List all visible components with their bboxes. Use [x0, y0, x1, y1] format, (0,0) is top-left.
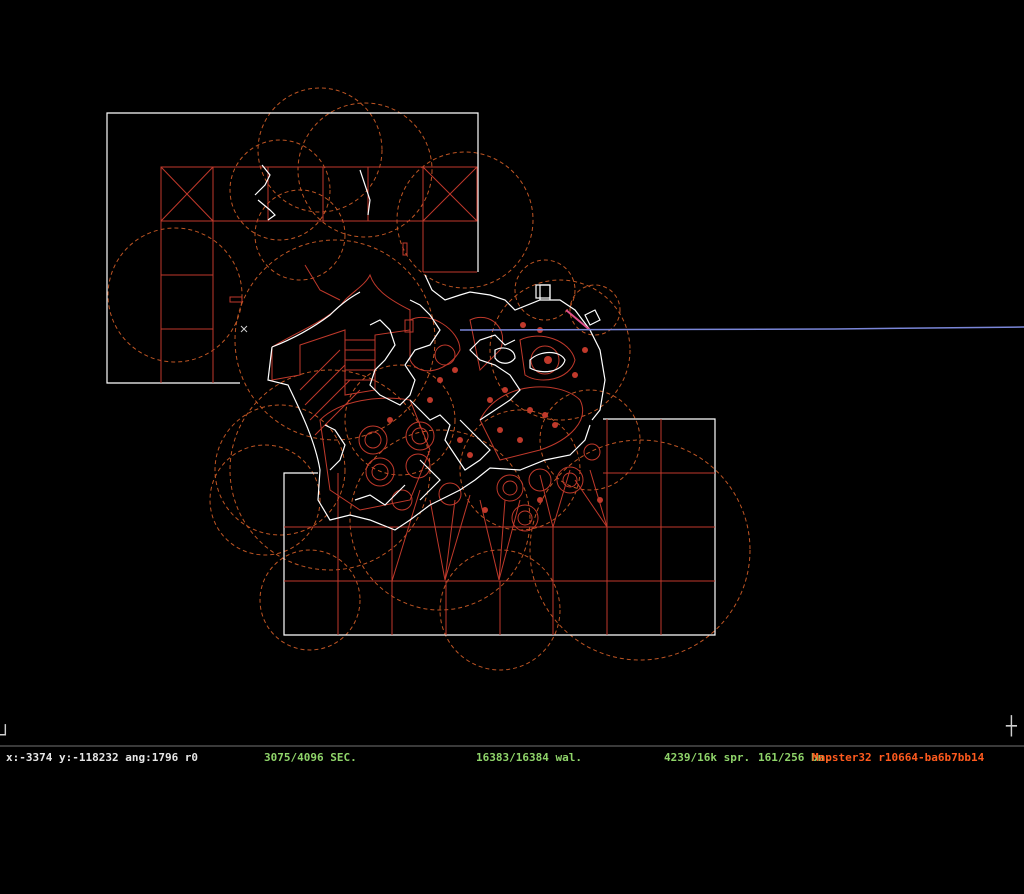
- upper-room-sectors: [160, 166, 478, 383]
- sprite-count: 4239/16k spr.: [664, 751, 751, 764]
- crosshair-corner-icon: ┘: [0, 725, 11, 746]
- lower-room-sectors: [284, 419, 715, 635]
- cursor-marker: [240, 325, 248, 333]
- cursor-position-readout: x:-3374 y:-118232 ang:1796 r0: [6, 751, 199, 764]
- map-editor-viewport[interactable]: [0, 0, 1024, 745]
- wall-count: 16383/16384 wal.: [476, 751, 582, 764]
- sector-count: 3075/4096 SEC.: [264, 751, 357, 764]
- app-version: Mapster32 r10664-ba6b7bb14: [812, 751, 985, 764]
- inner-detail-walls: [254, 164, 606, 531]
- status-bar: x:-3374 y:-118232 ang:1796 r0 3075/4096 …: [0, 745, 1024, 768]
- grid-pointer-line: [459, 326, 1024, 331]
- crosshair-corner-icon: ┼: [1006, 716, 1017, 737]
- sprite-radius-circles: [107, 87, 751, 671]
